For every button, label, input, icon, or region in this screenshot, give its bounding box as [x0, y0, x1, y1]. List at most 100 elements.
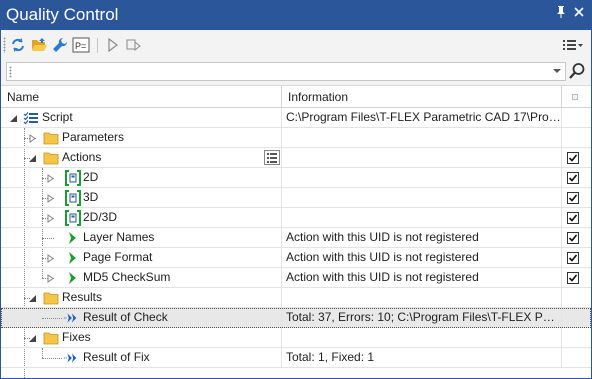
info-cell — [282, 288, 562, 308]
tree-row-result-of-check[interactable]: Result of Check Total: 37, Errors: 10; C… — [1, 308, 591, 328]
name-cell: Layer Names — [1, 228, 282, 248]
grid-header: Name Information — [1, 86, 591, 108]
tree-row-2d-3d[interactable]: 2D/3D — [1, 208, 591, 228]
search-row — [1, 60, 591, 84]
parameters-icon[interactable]: P= — [72, 36, 90, 54]
tree-row-fixes[interactable]: Fixes — [1, 328, 591, 348]
list-menu-icon[interactable] — [264, 150, 280, 165]
enabled-checkbox[interactable] — [567, 252, 579, 264]
info-cell: Total: 37, Errors: 10; C:\Program Files\… — [282, 308, 562, 328]
collapsed-arrow-icon[interactable] — [46, 254, 55, 263]
svg-text:P=: P= — [75, 41, 86, 51]
refresh-icon[interactable] — [9, 36, 27, 54]
info-cell: Total: 1, Fixed: 1 — [282, 348, 562, 368]
collapsed-arrow-icon[interactable] — [46, 174, 55, 183]
column-header-information[interactable]: Information — [282, 86, 562, 108]
info-cell: Action with this UID is not registered — [282, 248, 562, 268]
tree-row-page-format[interactable]: Page Format Action with this UID is not … — [1, 248, 591, 268]
name-cell: Result of Fix — [1, 348, 282, 368]
search-input[interactable] — [6, 62, 566, 81]
row-label: Results — [62, 290, 103, 304]
search-icon[interactable] — [567, 61, 587, 81]
wrench-icon[interactable] — [51, 36, 69, 54]
check-cell — [562, 128, 591, 148]
info-cell — [282, 168, 562, 188]
pin-icon[interactable] — [553, 5, 569, 23]
run-step-icon[interactable] — [125, 36, 143, 54]
row-label: Result of Check — [83, 310, 168, 324]
check-cell — [562, 108, 591, 128]
tree-row-parameters[interactable]: Parameters — [1, 128, 591, 148]
name-cell: Script — [1, 108, 282, 128]
folder-icon — [43, 132, 59, 145]
enabled-checkbox[interactable] — [567, 272, 579, 284]
collapsed-arrow-icon[interactable] — [46, 274, 55, 283]
folder-icon — [43, 152, 59, 165]
enabled-checkbox[interactable] — [567, 232, 579, 244]
list-view-icon[interactable] — [561, 36, 585, 54]
check-cell — [562, 308, 591, 328]
action-arrow-icon — [69, 232, 76, 244]
collapsed-arrow-icon[interactable] — [28, 134, 37, 143]
expanded-arrow-icon[interactable] — [28, 294, 37, 303]
tree-line — [42, 358, 62, 359]
enabled-checkbox[interactable] — [567, 192, 579, 204]
open-folder-icon[interactable] — [30, 36, 48, 54]
info-cell — [282, 188, 562, 208]
search-grip — [9, 66, 12, 78]
name-cell: Parameters — [1, 128, 282, 148]
tree-row-2d[interactable]: 2D — [1, 168, 591, 188]
expanded-arrow-icon[interactable] — [9, 114, 18, 123]
row-label: Fixes — [62, 330, 91, 344]
row-label: MD5 CheckSum — [83, 270, 171, 284]
name-cell: Result of Check — [1, 308, 282, 328]
close-icon[interactable] — [571, 4, 587, 22]
tree-row-3d[interactable]: 3D — [1, 188, 591, 208]
collapsed-arrow-icon[interactable] — [46, 214, 55, 223]
run-icon[interactable] — [104, 36, 122, 54]
check-cell — [562, 228, 591, 248]
group-icon — [65, 210, 81, 226]
expanded-arrow-icon[interactable] — [28, 334, 37, 343]
name-cell: 2D/3D — [1, 208, 282, 228]
row-label: 2D/3D — [83, 210, 118, 224]
tree-row-actions[interactable]: Actions — [1, 148, 591, 168]
tree-row-layer-names[interactable]: Layer Names Action with this UID is not … — [1, 228, 591, 248]
info-cell — [282, 328, 562, 348]
group-icon — [65, 190, 81, 206]
tree-row-script[interactable]: Script C:\Program Files\T-FLEX Parametri… — [1, 108, 591, 128]
check-cell — [562, 288, 591, 308]
script-icon — [23, 112, 38, 125]
enabled-checkbox[interactable] — [567, 212, 579, 224]
name-cell: 3D — [1, 188, 282, 208]
enabled-checkbox[interactable] — [567, 172, 579, 184]
name-cell: Results — [1, 288, 282, 308]
tree-row-result-of-fix[interactable]: Result of Fix Total: 1, Fixed: 1 — [1, 348, 591, 368]
info-cell — [282, 208, 562, 228]
tree-row-results[interactable]: Results — [1, 288, 591, 308]
tree-line — [42, 318, 62, 319]
folder-icon — [43, 292, 59, 305]
check-cell — [562, 348, 591, 368]
column-header-checkbox[interactable] — [562, 86, 591, 108]
collapsed-arrow-icon[interactable] — [46, 194, 55, 203]
name-cell: Fixes — [1, 328, 282, 348]
check-cell — [562, 268, 591, 288]
tree-row-md5-checksum[interactable]: MD5 CheckSum Action with this UID is not… — [1, 268, 591, 288]
enabled-checkbox[interactable] — [567, 152, 579, 164]
row-label: 3D — [83, 190, 99, 204]
group-icon — [65, 170, 81, 186]
toolbar-separator — [97, 38, 98, 53]
check-cell — [562, 168, 591, 188]
check-cell — [562, 328, 591, 348]
result-arrow-icon — [63, 313, 77, 323]
info-cell: Action with this UID is not registered — [282, 228, 562, 248]
chevron-down-icon[interactable] — [553, 69, 561, 73]
column-header-name[interactable]: Name — [1, 86, 282, 108]
panel-title: Quality Control — [6, 5, 119, 24]
tree-line — [42, 238, 54, 239]
expanded-arrow-icon[interactable] — [28, 154, 37, 163]
folder-icon — [43, 332, 59, 345]
toolbar-grip[interactable] — [3, 37, 6, 53]
name-cell: Page Format — [1, 248, 282, 268]
